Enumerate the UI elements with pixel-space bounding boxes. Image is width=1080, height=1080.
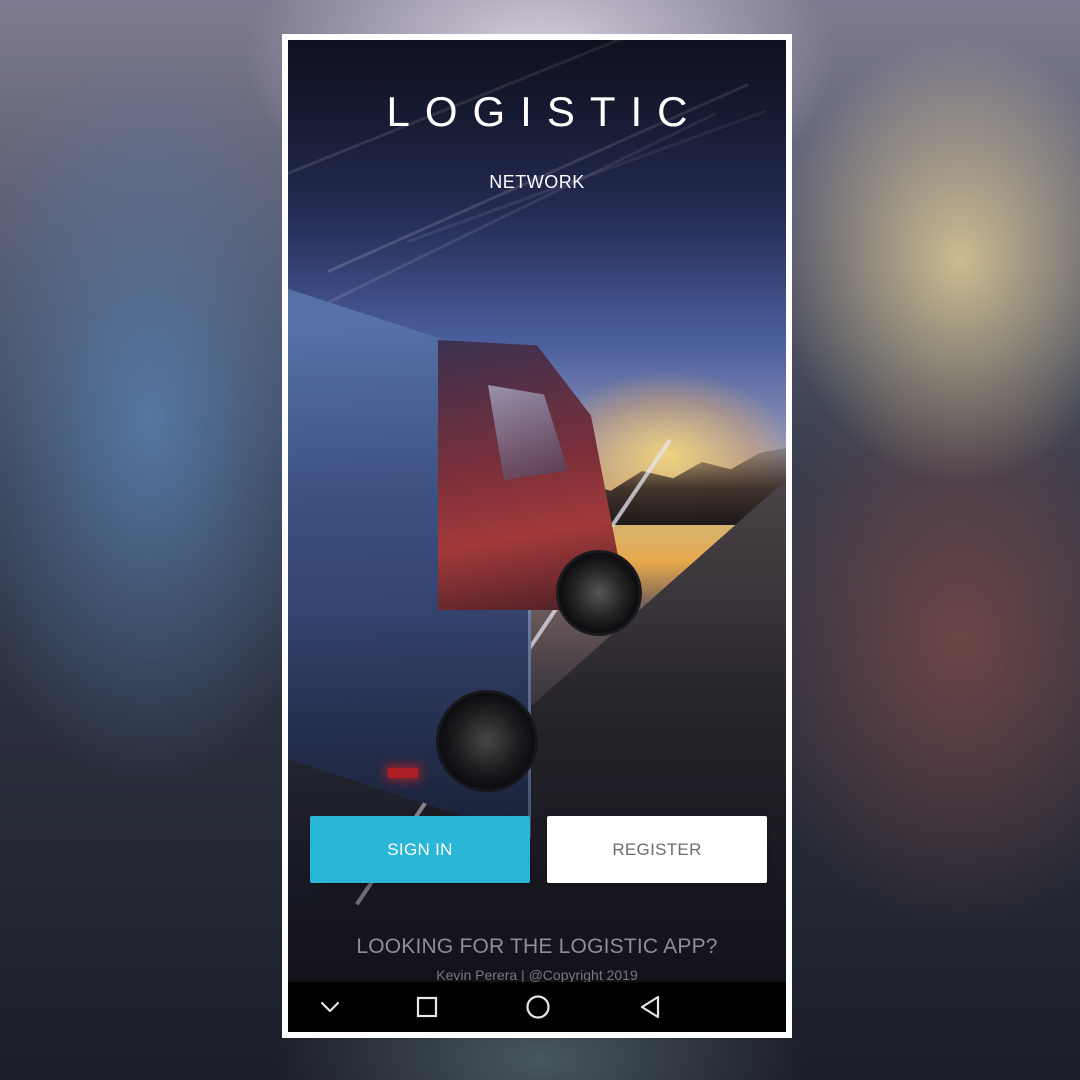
app-subtitle: NETWORK: [489, 172, 585, 192]
back-triangle-icon[interactable]: [620, 982, 680, 1032]
register-button[interactable]: REGISTER: [547, 816, 767, 883]
looking-for-app-link[interactable]: LOOKING FOR THE LOGISTIC APP?: [288, 935, 786, 959]
sign-in-button[interactable]: SIGN IN: [310, 816, 530, 883]
home-circle-icon[interactable]: [508, 982, 568, 1032]
phone-frame: LOGISTIC NETWORK SIGN IN REGISTER LOOKIN…: [282, 34, 792, 1038]
app-screen: LOGISTIC NETWORK SIGN IN REGISTER LOOKIN…: [288, 40, 786, 1032]
android-navigation-bar: [288, 982, 786, 1032]
recents-square-icon[interactable]: [397, 982, 457, 1032]
copyright-text: Kevin Perera | @Copyright 2019: [436, 967, 638, 983]
app-title: LOGISTIC: [386, 88, 703, 135]
chevron-down-icon[interactable]: [300, 982, 360, 1032]
